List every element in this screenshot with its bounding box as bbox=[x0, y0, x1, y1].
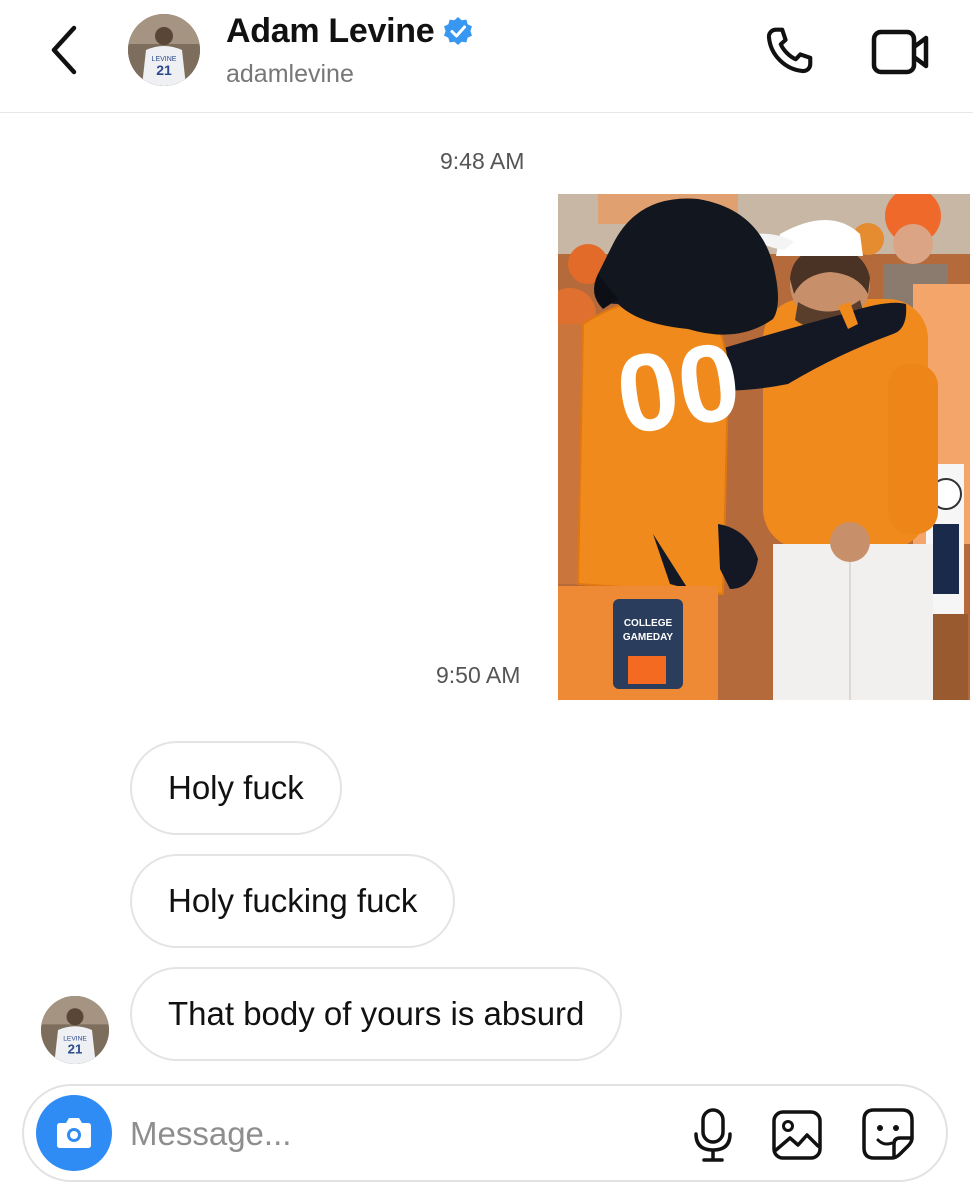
message-bubble[interactable]: Holy fucking fuck bbox=[130, 854, 456, 948]
contact-handle: adamlevine bbox=[226, 60, 354, 88]
conversation-header: LEVINE 21 Adam Levine adamlevine bbox=[0, 0, 973, 113]
message-text: That body of yours is absurd bbox=[168, 995, 585, 1032]
sender-avatar[interactable]: LEVINE 21 bbox=[41, 996, 109, 1064]
message-input[interactable] bbox=[128, 1108, 652, 1160]
sticker-icon bbox=[862, 1108, 914, 1160]
svg-text:00: 00 bbox=[609, 319, 747, 458]
contact-name: Adam Levine bbox=[226, 12, 435, 50]
message-text: Holy fucking fuck bbox=[168, 882, 418, 919]
message-timestamp: 9:50 AM bbox=[436, 662, 521, 688]
contact-avatar[interactable]: LEVINE 21 bbox=[128, 14, 200, 86]
svg-text:COLLEGE: COLLEGE bbox=[624, 618, 673, 629]
gallery-button[interactable] bbox=[770, 1108, 824, 1162]
camera-icon bbox=[57, 1118, 91, 1148]
video-call-button[interactable] bbox=[868, 26, 932, 78]
gallery-icon bbox=[772, 1110, 822, 1160]
svg-text:21: 21 bbox=[68, 1042, 83, 1057]
voice-message-button[interactable] bbox=[690, 1106, 736, 1164]
message-text: Holy fuck bbox=[168, 769, 304, 806]
video-camera-icon bbox=[871, 29, 929, 75]
sticker-button[interactable] bbox=[860, 1106, 916, 1162]
back-button[interactable] bbox=[40, 22, 90, 78]
svg-text:21: 21 bbox=[156, 62, 172, 78]
message-composer bbox=[22, 1084, 948, 1182]
shared-photo[interactable]: 00 COLLEGE GAMEDAY bbox=[558, 194, 970, 700]
voice-call-button[interactable] bbox=[760, 22, 818, 80]
verified-badge-icon bbox=[444, 16, 473, 45]
camera-button[interactable] bbox=[36, 1095, 112, 1171]
svg-text:GAMEDAY: GAMEDAY bbox=[623, 632, 674, 643]
message-bubble[interactable]: Holy fuck bbox=[130, 741, 342, 835]
message-timestamp: 9:48 AM bbox=[440, 148, 525, 174]
phone-icon bbox=[766, 27, 813, 74]
microphone-icon bbox=[694, 1108, 732, 1162]
contact-name-row[interactable]: Adam Levine bbox=[226, 12, 474, 51]
back-arrow-icon bbox=[51, 25, 77, 75]
message-bubble[interactable]: That body of yours is absurd bbox=[130, 967, 623, 1061]
